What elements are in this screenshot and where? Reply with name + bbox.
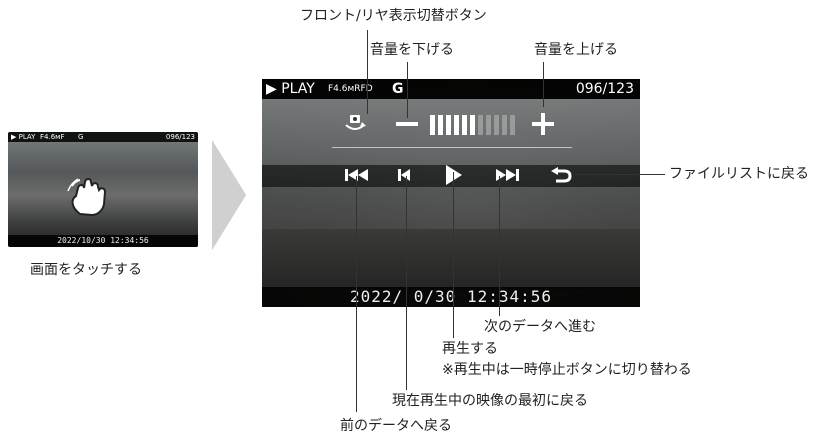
thumbnail-caption: 画面をタッチする [30, 262, 142, 278]
label-next: 次のデータへ進む [484, 319, 596, 335]
divider-line [332, 147, 572, 148]
volume-bars [430, 115, 515, 135]
volume-bar [470, 115, 475, 135]
leader-prev [356, 176, 357, 412]
thumbnail-top-bar: ▶ PLAY F4.6мF G 096/123 [8, 132, 198, 142]
label-front-rear: フロント/リヤ表示切替ボタン [300, 8, 487, 24]
thumbnail-play-label: ▶ PLAY [11, 133, 36, 141]
thumbnail-f-label: F4.6мF [40, 133, 65, 141]
screen-timestamp: 2022/ 0/30 12:34:56 [262, 287, 640, 307]
volume-bar [510, 115, 515, 135]
screen-counter: 096/123 [575, 81, 634, 97]
screen-f-label: F4.6мRFD [328, 84, 373, 94]
chevron-right-icon [212, 140, 246, 250]
label-file-list: ファイルリストに戻る [669, 166, 809, 182]
leader-next [499, 176, 500, 316]
label-volume-up: 音量を上げる [534, 42, 618, 58]
thumbnail-counter: 096/123 [165, 133, 195, 141]
leader-volume-up [543, 62, 544, 107]
skip-back-icon[interactable] [344, 167, 370, 183]
restart-icon[interactable] [396, 167, 412, 183]
volume-bar [478, 115, 483, 135]
screen-g-label: G [392, 81, 404, 97]
thumbnail-g-label: G [78, 133, 84, 141]
label-play: 再生する [442, 341, 498, 357]
leader-volume-down [407, 62, 408, 118]
screen-top-bar: ▶ PLAY F4.6мRFD G 096/123 [262, 79, 640, 99]
volume-bar [502, 115, 507, 135]
label-volume-down: 音量を下げる [370, 42, 454, 58]
label-play-note: ※再生中は一時停止ボタンに切り替わる [442, 362, 692, 378]
playback-screen[interactable]: ▶ PLAY F4.6мRFD G 096/123 2022/ 0/30 12:… [262, 79, 640, 307]
leader-restart [406, 176, 407, 390]
camera-switch-icon[interactable] [344, 113, 366, 133]
thumbnail-timestamp: 2022/10/30 12:34:56 [8, 235, 198, 247]
volume-bar [462, 115, 467, 135]
volume-bar [454, 115, 459, 135]
play-icon[interactable] [444, 163, 464, 187]
volume-bar [438, 115, 443, 135]
volume-bar [446, 115, 451, 135]
hand-tap-icon [67, 178, 107, 217]
label-restart: 現在再生中の映像の最初に戻る [392, 393, 588, 409]
label-prev: 前のデータへ戻る [340, 418, 452, 434]
skip-forward-icon[interactable] [494, 167, 520, 183]
volume-bar [486, 115, 491, 135]
leader-file-list [575, 174, 665, 175]
return-icon[interactable] [550, 167, 572, 183]
video-frame-bottom [262, 229, 640, 289]
volume-bar [430, 115, 435, 135]
leader-play [453, 172, 454, 338]
leader-front-rear [367, 30, 368, 114]
volume-bar [494, 115, 499, 135]
screen-play-label: ▶ PLAY [266, 81, 315, 97]
plus-icon[interactable] [530, 111, 556, 137]
minus-icon[interactable] [394, 117, 420, 131]
thumbnail-screen[interactable]: ▶ PLAY F4.6мF G 096/123 2022/10/30 12:34… [8, 132, 198, 247]
